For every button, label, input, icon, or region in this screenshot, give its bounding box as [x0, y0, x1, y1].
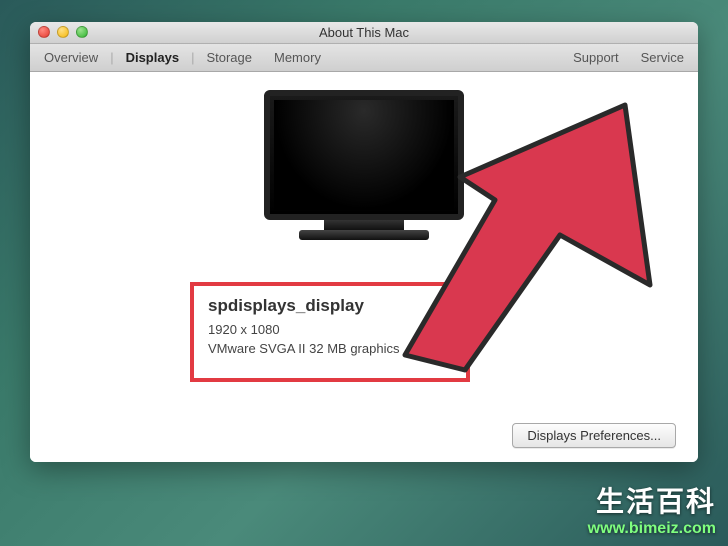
service-link[interactable]: Service — [637, 48, 688, 67]
close-button[interactable] — [38, 26, 50, 38]
tab-displays[interactable]: Displays — [122, 48, 183, 67]
tab-overview[interactable]: Overview — [40, 48, 102, 67]
display-icon — [264, 90, 464, 240]
toolbar: Overview | Displays | Storage Memory Sup… — [30, 44, 698, 72]
tab-separator: | — [110, 50, 113, 65]
tab-memory[interactable]: Memory — [270, 48, 325, 67]
content-area: spdisplays_display 1920 x 1080 VMware SV… — [30, 72, 698, 462]
monitor-screen — [274, 100, 454, 210]
minimize-button[interactable] — [57, 26, 69, 38]
watermark-text: 生活百科 — [588, 480, 716, 520]
display-gpu: VMware SVGA II 32 MB graphics — [208, 341, 452, 356]
monitor-body — [264, 90, 464, 220]
tabs-left: Overview | Displays | Storage Memory — [40, 48, 325, 67]
support-link[interactable]: Support — [569, 48, 623, 67]
displays-preferences-button[interactable]: Displays Preferences... — [512, 423, 676, 448]
traffic-lights — [38, 26, 88, 38]
watermark-url: www.bimeiz.com — [588, 520, 716, 538]
display-resolution: 1920 x 1080 — [208, 322, 452, 337]
monitor-stand — [324, 220, 404, 230]
window-title: About This Mac — [319, 25, 409, 40]
display-name: spdisplays_display — [208, 296, 452, 316]
watermark: 生活百科 www.bimeiz.com — [588, 480, 716, 538]
display-info-highlight: spdisplays_display 1920 x 1080 VMware SV… — [190, 282, 470, 382]
zoom-button[interactable] — [76, 26, 88, 38]
about-this-mac-window: About This Mac Overview | Displays | Sto… — [30, 22, 698, 462]
tab-separator: | — [191, 50, 194, 65]
toolbar-right: Support Service — [569, 48, 688, 67]
titlebar: About This Mac — [30, 22, 698, 44]
monitor-base — [299, 230, 429, 240]
tab-storage[interactable]: Storage — [202, 48, 256, 67]
